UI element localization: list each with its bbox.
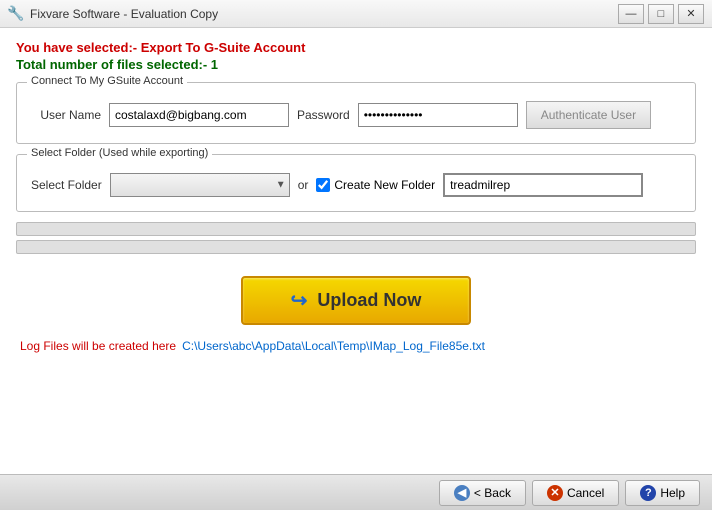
back-button-label: < Back (474, 486, 511, 500)
progress-bar-1 (16, 222, 696, 236)
app-icon: 🔧 (8, 6, 24, 22)
title-bar: 🔧 Fixvare Software - Evaluation Copy — □… (0, 0, 712, 28)
main-content: You have selected:- Export To G-Suite Ac… (0, 28, 712, 510)
select-folder-label: Select Folder (31, 178, 102, 192)
folder-form-row: Select Folder ▼ or Create New Folder (31, 173, 681, 197)
password-label: Password (297, 108, 350, 122)
total-files-text: Total number of files selected:- 1 (16, 57, 696, 72)
progress-bar-2 (16, 240, 696, 254)
content-wrapper: You have selected:- Export To G-Suite Ac… (0, 28, 712, 510)
authenticate-button[interactable]: Authenticate User (526, 101, 651, 129)
upload-button[interactable]: ↪ Upload Now (241, 276, 471, 325)
log-link[interactable]: C:\Users\abc\AppData\Local\Temp\IMap_Log… (182, 339, 485, 353)
username-label: User Name (31, 108, 101, 122)
header-info: You have selected:- Export To G-Suite Ac… (16, 40, 696, 72)
create-folder-label: Create New Folder (334, 178, 435, 192)
folder-dropdown[interactable] (110, 173, 290, 197)
close-button[interactable]: ✕ (678, 4, 704, 24)
back-icon: ◀ (454, 485, 470, 501)
title-bar-controls: — □ ✕ (618, 4, 704, 24)
cancel-icon: ✕ (547, 485, 563, 501)
connect-section: Connect To My GSuite Account User Name P… (16, 82, 696, 144)
title-bar-text: Fixvare Software - Evaluation Copy (30, 7, 618, 21)
upload-button-label: Upload Now (317, 290, 421, 311)
upload-btn-container: ↪ Upload Now (16, 276, 696, 325)
selected-text: You have selected:- Export To G-Suite Ac… (16, 40, 696, 55)
progress-area (16, 222, 696, 258)
username-input[interactable] (109, 103, 289, 127)
create-folder-checkbox-container: Create New Folder (316, 178, 435, 192)
folder-section-label: Select Folder (Used while exporting) (27, 147, 212, 159)
help-icon: ? (640, 485, 656, 501)
bottom-bar: ◀ < Back ✕ Cancel ? Help (0, 474, 712, 510)
help-button-label: Help (660, 486, 685, 500)
connect-section-label: Connect To My GSuite Account (27, 75, 187, 87)
folder-name-input[interactable] (443, 173, 643, 197)
dropdown-wrapper: ▼ (110, 173, 290, 197)
back-button[interactable]: ◀ < Back (439, 480, 526, 506)
create-folder-checkbox[interactable] (316, 178, 330, 192)
connect-form-row: User Name Password Authenticate User (31, 101, 681, 129)
folder-section: Select Folder (Used while exporting) Sel… (16, 154, 696, 212)
maximize-button[interactable]: □ (648, 4, 674, 24)
password-input[interactable] (358, 103, 518, 127)
or-text: or (298, 178, 309, 192)
upload-icon: ↪ (291, 288, 308, 313)
minimize-button[interactable]: — (618, 4, 644, 24)
cancel-button[interactable]: ✕ Cancel (532, 480, 619, 506)
log-label: Log Files will be created here (20, 339, 176, 353)
log-row: Log Files will be created here C:\Users\… (16, 339, 696, 353)
help-button[interactable]: ? Help (625, 480, 700, 506)
cancel-button-label: Cancel (567, 486, 604, 500)
